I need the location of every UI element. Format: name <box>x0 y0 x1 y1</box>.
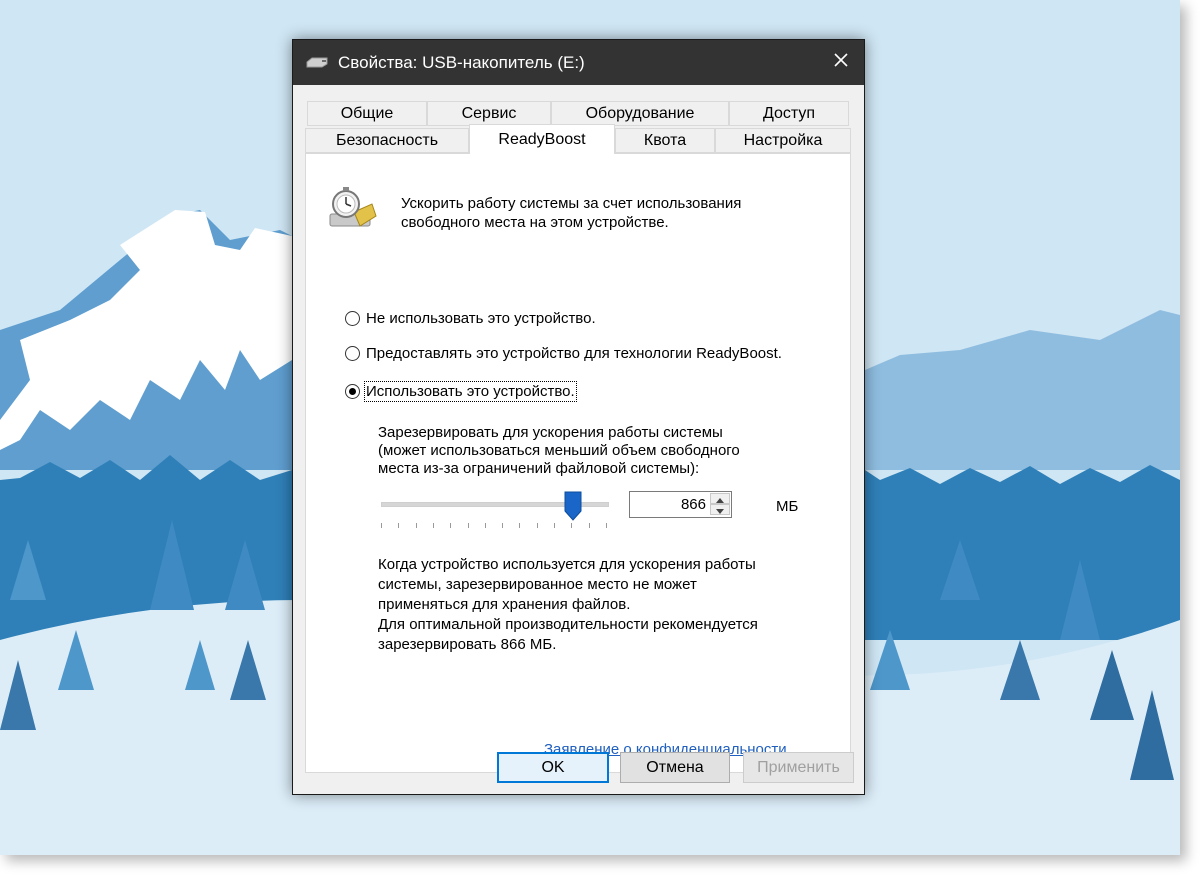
reserve-line-3: места из-за ограничений файловой системы… <box>378 460 700 477</box>
tab-tools[interactable]: Сервис <box>427 101 551 126</box>
readyboost-stopwatch-icon <box>324 182 380 243</box>
slider-tick <box>571 523 572 528</box>
radio-use-device[interactable] <box>345 384 360 399</box>
note-line-4: Для оптимальной производительности реком… <box>378 616 758 633</box>
cancel-button[interactable]: Отмена <box>620 752 730 783</box>
slider-tick <box>450 523 451 528</box>
apply-button[interactable]: Применить <box>743 752 854 783</box>
tab-sharing[interactable]: Доступ <box>729 101 849 126</box>
stepper-buttons <box>710 493 730 516</box>
option-do-not-use-label[interactable]: Не использовать это устройство. <box>366 310 596 327</box>
note-line-2: системы, зарезервированное место не може… <box>378 576 697 593</box>
note-line-3: применяться для хранения файлов. <box>378 596 631 613</box>
slider-tick <box>589 523 590 528</box>
chevron-down-icon <box>716 501 724 519</box>
tab-general[interactable]: Общие <box>307 101 427 126</box>
slider-tick <box>606 523 607 528</box>
slider-tick <box>398 523 399 528</box>
reserve-line-1: Зарезервировать для ускорения работы сис… <box>378 424 723 441</box>
properties-dialog: Свойства: USB-накопитель (E:) Общие Серв… <box>292 39 865 795</box>
note-line-5: зарезервировать 866 МБ. <box>378 636 557 653</box>
close-icon <box>833 52 849 73</box>
option-dedicate[interactable]: Предоставлять это устройство для техноло… <box>345 345 782 362</box>
tab-readyboost[interactable]: ReadyBoost <box>469 124 615 154</box>
window-title: Свойства: USB-накопитель (E:) <box>338 53 585 72</box>
option-use-device-label[interactable]: Использовать это устройство. <box>364 381 577 402</box>
slider-tick <box>537 523 538 528</box>
readyboost-note: Когда устройство используется для ускоре… <box>378 555 758 655</box>
close-button[interactable] <box>818 40 864 85</box>
slider-tick <box>381 523 382 528</box>
stepper-down-button[interactable] <box>710 504 730 515</box>
option-dedicate-label[interactable]: Предоставлять это устройство для техноло… <box>366 345 782 362</box>
slider-tick <box>554 523 555 528</box>
unit-label: МБ <box>776 498 799 515</box>
ok-button[interactable]: OK <box>497 752 609 783</box>
description-line-1: Ускорить работу системы за счет использо… <box>401 195 742 212</box>
description-line-2: свободного места на этом устройстве. <box>401 214 669 231</box>
slider-tick <box>433 523 434 528</box>
tab-security[interactable]: Безопасность <box>305 128 469 153</box>
readyboost-description: Ускорить работу системы за счет использо… <box>401 194 741 232</box>
reserve-size-input[interactable]: 866 <box>630 492 706 517</box>
readyboost-panel: Ускорить работу системы за счет использо… <box>305 153 851 773</box>
option-use-device[interactable]: Использовать это устройство. <box>345 381 577 402</box>
tab-hardware[interactable]: Оборудование <box>551 101 729 126</box>
reserve-size-stepper[interactable]: 866 <box>629 491 732 518</box>
slider-tick <box>502 523 503 528</box>
note-line-1: Когда устройство используется для ускоре… <box>378 556 756 573</box>
radio-dedicate[interactable] <box>345 346 360 361</box>
reserve-slider-thumb[interactable] <box>564 491 582 526</box>
slider-tick <box>519 523 520 528</box>
slider-ticks <box>381 523 607 529</box>
slider-tick <box>485 523 486 528</box>
slider-tick <box>416 523 417 528</box>
radio-do-not-use[interactable] <box>345 311 360 326</box>
reserve-line-2: (может использоваться меньший объем своб… <box>378 442 740 459</box>
title-bar[interactable]: Свойства: USB-накопитель (E:) <box>293 40 864 85</box>
tab-customize[interactable]: Настройка <box>715 128 851 153</box>
usb-drive-icon <box>306 55 328 74</box>
option-do-not-use[interactable]: Не использовать это устройство. <box>345 310 596 327</box>
tab-quota[interactable]: Квота <box>615 128 715 153</box>
slider-tick <box>468 523 469 528</box>
reserve-description: Зарезервировать для ускорения работы сис… <box>378 424 740 478</box>
